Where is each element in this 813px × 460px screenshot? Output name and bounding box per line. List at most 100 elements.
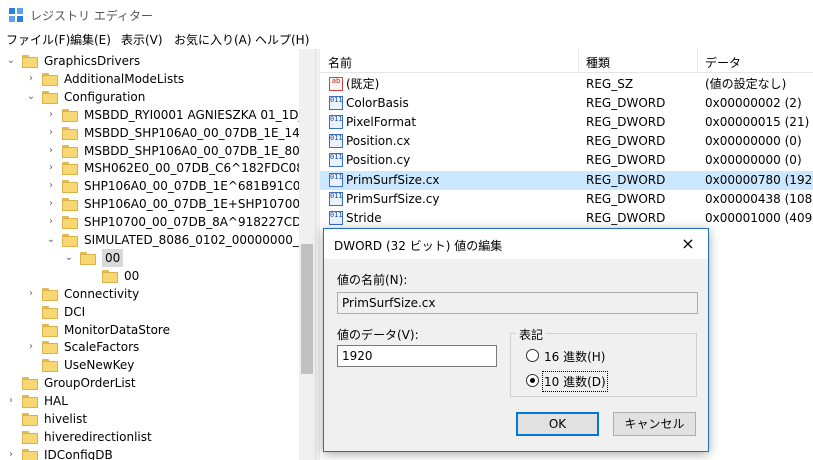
tree-item-label[interactable]: hivelist xyxy=(44,410,87,428)
tree-item-label[interactable]: SHP10700_00_07DB_8A^918227CDC4DC4 xyxy=(84,213,315,231)
chevron-right-icon[interactable]: › xyxy=(46,213,56,231)
tree-item[interactable]: DCI xyxy=(0,303,299,321)
tree-item[interactable]: › ScaleFactors xyxy=(0,338,299,356)
tree-item-label[interactable]: 00 xyxy=(124,267,139,285)
column-type-header[interactable]: 種類 xyxy=(586,54,610,71)
tree-item-label[interactable]: ScaleFactors xyxy=(64,338,139,356)
value-row[interactable]: 011 Stride REG_DWORD 0x00001000 (4096) xyxy=(320,209,813,228)
folder-icon xyxy=(62,162,78,176)
tree-item[interactable]: › MSH062E0_00_07DB_C6^182FDC0875F0A xyxy=(0,159,315,177)
value-type: REG_DWORD xyxy=(586,96,666,111)
value-row[interactable]: 011 Position.cx REG_DWORD 0x00000000 (0) xyxy=(320,132,813,151)
hex-radio-label[interactable]: 16 進数(H) xyxy=(544,348,605,365)
tree-item[interactable]: › MSBDD_RYI0001 AGNIESZKA 01_1D_07D7 xyxy=(0,106,315,124)
tree-item[interactable]: › SHP10700_00_07DB_8A^918227CDC4DC4 xyxy=(0,213,315,231)
tree-item-label[interactable]: MonitorDataStore xyxy=(64,321,170,339)
cancel-button[interactable]: キャンセル xyxy=(613,412,696,436)
value-name: (既定) xyxy=(346,77,380,91)
tree-item-label[interactable]: Connectivity xyxy=(64,285,139,303)
tree-item[interactable]: 00 xyxy=(0,267,299,285)
chevron-down-icon[interactable]: ⌄ xyxy=(46,231,56,249)
tree-scroll-thumb[interactable] xyxy=(301,244,313,374)
ok-button[interactable]: OK xyxy=(516,412,599,436)
tree-item-label[interactable]: UseNewKey xyxy=(64,356,134,374)
tree-item-label[interactable]: SHP106A0_00_07DB_1E^681B91C06ACDC xyxy=(84,177,315,195)
value-row[interactable]: 011 Position.cy REG_DWORD 0x00000000 (0) xyxy=(320,151,813,170)
tree-item[interactable]: UseNewKey xyxy=(0,356,299,374)
menu-edit[interactable]: 編集(E) xyxy=(70,31,111,48)
tree-item-label[interactable]: MSBDD_SHP106A0_00_07DB_1E_8086_010 xyxy=(84,142,315,160)
tree-item-label[interactable]: hiveredirectionlist xyxy=(44,428,152,446)
tree-item[interactable]: MonitorDataStore xyxy=(0,321,299,339)
tree-item[interactable]: › IDConfigDB xyxy=(0,446,299,460)
chevron-down-icon[interactable]: ⌄ xyxy=(6,52,16,70)
tree-item[interactable]: › Connectivity xyxy=(0,285,299,303)
tree-item-label[interactable]: MSBDD_SHP106A0_00_07DB_1E_1414_008 xyxy=(84,124,315,142)
tree-item-label[interactable]: 00 xyxy=(102,248,124,267)
value-row[interactable]: 011 ColorBasis REG_DWORD 0x00000002 (2) xyxy=(320,94,813,113)
close-icon[interactable]: × xyxy=(678,234,698,254)
registry-tree[interactable]: ⌄ GraphicsDrivers › AdditionalModeLists ⌄ Con… xyxy=(0,49,315,460)
tree-item-label[interactable]: GraphicsDrivers xyxy=(44,52,140,70)
chevron-right-icon[interactable]: › xyxy=(46,124,56,142)
menu-file[interactable]: ファイル(F) xyxy=(6,31,70,48)
tree-item[interactable]: › HAL xyxy=(0,392,299,410)
chevron-down-icon[interactable]: ⌄ xyxy=(26,88,36,106)
tree-item[interactable]: › SHP106A0_00_07DB_1E+SHP10700_00_07 xyxy=(0,195,315,213)
folder-icon xyxy=(42,341,58,355)
chevron-right-icon[interactable]: › xyxy=(26,338,36,356)
chevron-right-icon[interactable]: › xyxy=(46,195,56,213)
tree-item[interactable]: GroupOrderList xyxy=(0,374,299,392)
binary-value-icon: 011 xyxy=(329,153,343,168)
chevron-right-icon[interactable]: › xyxy=(46,159,56,177)
decimal-radio[interactable] xyxy=(526,374,539,387)
tree-item[interactable]: ⌄ 00 xyxy=(0,248,299,267)
tree-item-label[interactable]: Configuration xyxy=(64,88,145,106)
chevron-right-icon[interactable]: › xyxy=(26,70,36,88)
value-row[interactable]: 011 PrimSurfSize.cx REG_DWORD 0x00000780 (1… xyxy=(320,170,813,190)
folder-icon xyxy=(62,198,78,212)
folder-icon xyxy=(62,126,78,140)
tree-item-label[interactable]: HAL xyxy=(44,392,68,410)
chevron-right-icon[interactable]: › xyxy=(46,142,56,160)
tree-item-label[interactable]: GroupOrderList xyxy=(44,374,136,392)
tree-item-label[interactable]: AdditionalModeLists xyxy=(64,70,184,88)
tree-item[interactable]: hivelist xyxy=(0,410,299,428)
tree-item[interactable]: ⌄ GraphicsDrivers xyxy=(0,52,299,70)
chevron-right-icon[interactable]: › xyxy=(6,446,16,460)
tree-item[interactable]: hiveredirectionlist xyxy=(0,428,299,446)
chevron-down-icon[interactable]: ⌄ xyxy=(64,249,74,267)
tree-item[interactable]: › AdditionalModeLists xyxy=(0,70,299,88)
column-data-header[interactable]: データ xyxy=(705,54,741,71)
chevron-right-icon[interactable]: › xyxy=(26,285,36,303)
hex-radio[interactable] xyxy=(526,349,539,362)
tree-item-label[interactable]: IDConfigDB xyxy=(44,446,113,460)
value-row[interactable]: 011 PrimSurfSize.cy REG_DWORD 0x00000438 (1… xyxy=(320,190,813,209)
tree-item[interactable]: ⌄ Configuration xyxy=(0,88,299,106)
tree-scrollbar[interactable] xyxy=(299,49,315,460)
value-name: PixelFormat xyxy=(346,115,417,130)
menu-help[interactable]: ヘルプ(H) xyxy=(255,31,309,48)
decimal-radio-label[interactable]: 10 進数(D) xyxy=(542,371,608,392)
tree-item[interactable]: ⌄ SIMULATED_8086_0102_00000000_000200 xyxy=(0,231,315,249)
chevron-right-icon[interactable]: › xyxy=(46,177,56,195)
tree-item[interactable]: › MSBDD_SHP106A0_00_07DB_1E_8086_010 xyxy=(0,142,315,160)
tree-item-label[interactable]: MSBDD_RYI0001 AGNIESZKA 01_1D_07D7 xyxy=(84,106,315,124)
value-row[interactable]: ab (既定) REG_SZ (値の設定なし) xyxy=(320,75,813,94)
tree-item-label[interactable]: DCI xyxy=(64,303,85,321)
tree-item[interactable]: › MSBDD_SHP106A0_00_07DB_1E_1414_008 xyxy=(0,124,315,142)
value-data-label: 値のデータ(V): xyxy=(337,328,419,342)
value-row[interactable]: 011 PixelFormat REG_DWORD 0x00000015 (21) xyxy=(320,113,813,132)
menu-view[interactable]: 表示(V) xyxy=(121,31,163,48)
column-name-header[interactable]: 名前 xyxy=(328,54,352,71)
tree-item[interactable]: › SHP106A0_00_07DB_1E^681B91C06ACDC xyxy=(0,177,315,195)
value-type: REG_DWORD xyxy=(586,134,666,149)
chevron-right-icon[interactable]: › xyxy=(46,106,56,124)
tree-item-label[interactable]: SHP106A0_00_07DB_1E+SHP10700_00_07 xyxy=(84,195,315,213)
tree-item-label[interactable]: SIMULATED_8086_0102_00000000_000200 xyxy=(84,231,315,249)
menu-favorites[interactable]: お気に入り(A) xyxy=(174,31,252,48)
value-name: Position.cx xyxy=(346,134,411,149)
chevron-right-icon[interactable]: › xyxy=(6,392,16,410)
tree-item-label[interactable]: MSH062E0_00_07DB_C6^182FDC0875F0A xyxy=(84,159,315,177)
value-data-input[interactable]: 1920 xyxy=(337,345,497,367)
